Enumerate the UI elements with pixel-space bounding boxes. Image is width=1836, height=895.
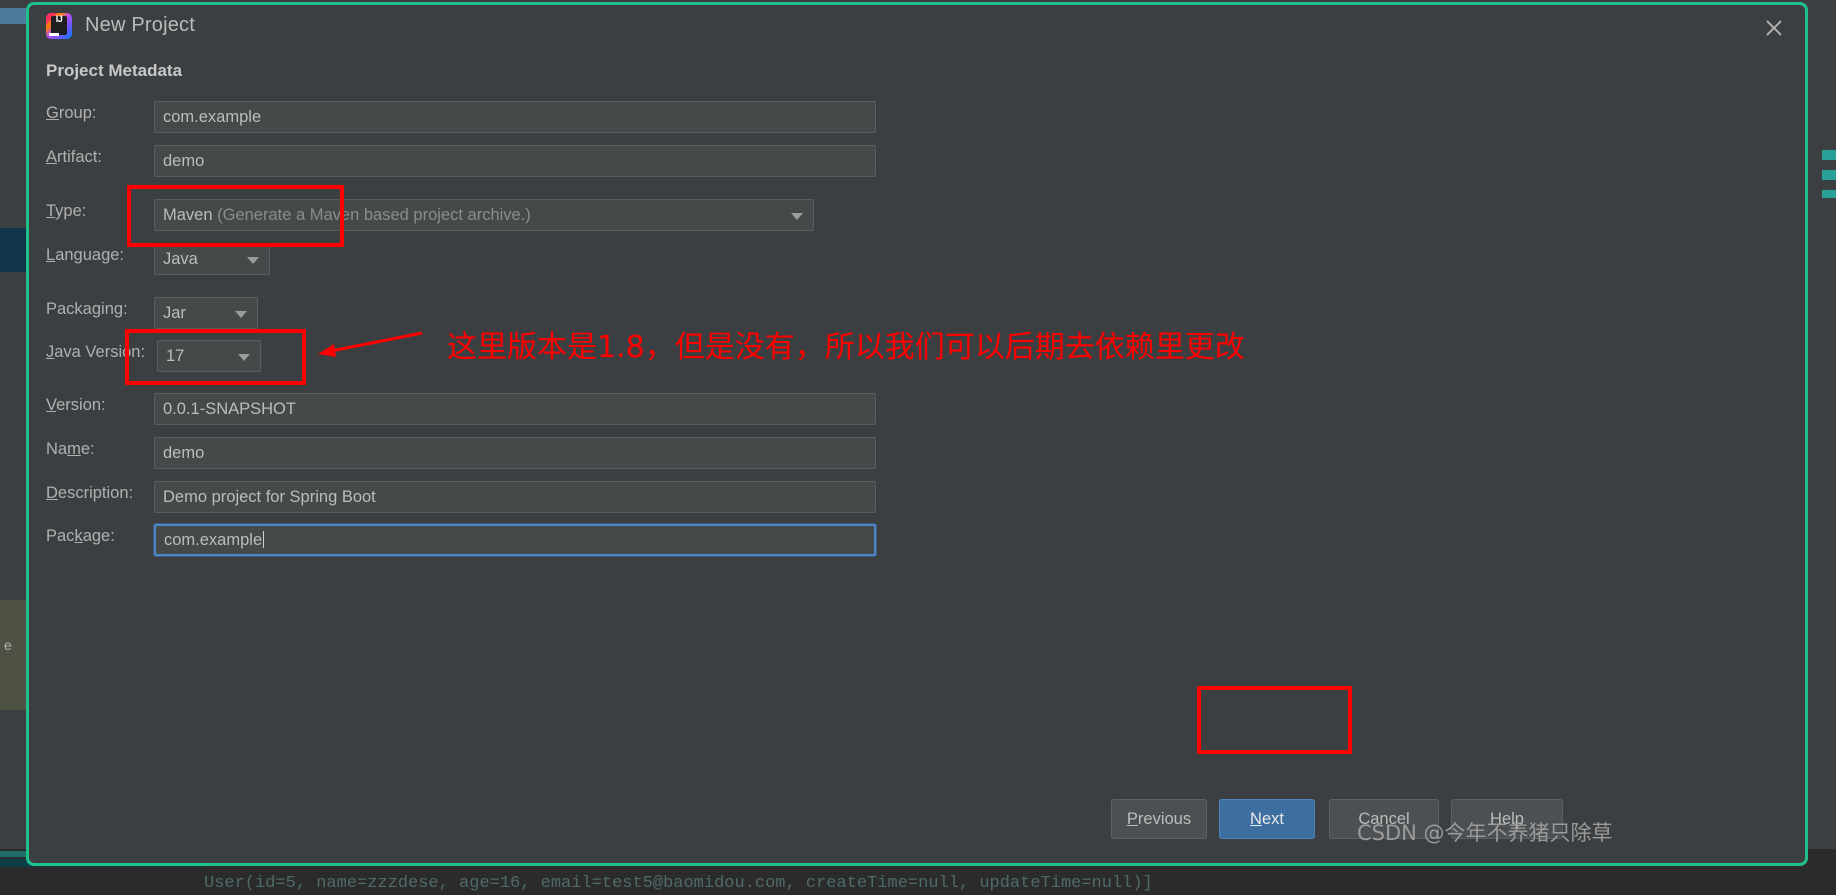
packaging-value: Jar xyxy=(163,304,186,322)
chevron-down-icon xyxy=(235,311,247,318)
type-value: Maven xyxy=(163,206,213,224)
language-dropdown[interactable]: Java xyxy=(154,243,270,275)
java-version-value: 17 xyxy=(166,347,185,365)
name-input[interactable]: demo xyxy=(154,437,876,469)
type-label: Type: xyxy=(46,202,87,220)
type-hint: (Generate a Maven based project archive.… xyxy=(217,206,531,224)
packaging-dropdown[interactable]: Jar xyxy=(154,297,258,329)
field-row-language: Language: Java xyxy=(29,243,1805,275)
field-row-description: Description: Demo project for Spring Boo… xyxy=(29,481,1805,513)
ide-marker xyxy=(1822,190,1836,198)
dialog-titlebar: IJ New Project xyxy=(29,5,1805,49)
language-label: Language: xyxy=(46,246,125,264)
ide-bg-chip xyxy=(0,8,26,24)
version-input[interactable]: 0.0.1-SNAPSHOT xyxy=(154,393,876,425)
field-row-name: Name: demo xyxy=(29,437,1805,469)
section-title: Project Metadata xyxy=(46,61,183,80)
package-input[interactable]: com.example xyxy=(153,523,877,557)
previous-button[interactable]: Previous xyxy=(1111,799,1207,839)
text-caret xyxy=(263,531,265,548)
chevron-down-icon xyxy=(238,354,250,361)
ide-marker xyxy=(1822,170,1836,180)
package-label: Package: xyxy=(46,527,115,545)
field-row-group: Group: com.example xyxy=(29,101,1805,133)
close-icon[interactable] xyxy=(1759,13,1789,43)
ide-bg-glyph: e xyxy=(4,637,12,653)
intellij-idea-logo-icon: IJ xyxy=(46,13,72,39)
field-row-package: Package: com.example xyxy=(29,523,1805,557)
dialog-title: New Project xyxy=(85,14,196,36)
field-row-version: Version: 0.0.1-SNAPSHOT xyxy=(29,393,1805,425)
chevron-down-icon xyxy=(247,257,259,264)
chevron-down-icon xyxy=(791,213,803,220)
description-label: Description: xyxy=(46,484,134,502)
ide-right-gutter xyxy=(1822,0,1836,895)
csdn-watermark: CSDN @今年不养猪只除草 xyxy=(1357,821,1613,845)
field-row-type: Type: Maven (Generate a Maven based proj… xyxy=(29,199,1805,231)
console-output: User(id=5, name=zzzdese, age=16, email=t… xyxy=(204,874,1153,893)
artifact-input[interactable]: demo xyxy=(154,145,876,177)
java-version-dropdown[interactable]: 17 xyxy=(157,340,261,372)
name-label: Name: xyxy=(46,440,95,458)
type-dropdown[interactable]: Maven (Generate a Maven based project ar… xyxy=(154,199,814,231)
artifact-label: Artifact: xyxy=(46,148,102,166)
ide-left-gutter xyxy=(0,0,26,895)
logo-text: IJ xyxy=(55,14,63,24)
group-label: Group: xyxy=(46,104,97,122)
package-value: com.example xyxy=(164,531,263,549)
version-label: Version: xyxy=(46,396,106,414)
ide-bg-chip xyxy=(0,600,26,710)
description-input[interactable]: Demo project for Spring Boot xyxy=(154,481,876,513)
java-version-label: Java Version: xyxy=(46,343,146,361)
ide-marker xyxy=(1822,150,1836,160)
group-input[interactable]: com.example xyxy=(154,101,876,133)
next-button[interactable]: Next xyxy=(1219,799,1315,839)
screen: e User(id=5, name=zzzdese, age=16, email… xyxy=(0,0,1836,895)
new-project-dialog: IJ New Project Project Metadata Group: c… xyxy=(26,2,1808,866)
packaging-label: Packaging: xyxy=(46,300,128,318)
annotation-note: 这里版本是1.8，但是没有，所以我们可以后期去依赖里更改 xyxy=(447,330,1245,365)
language-value: Java xyxy=(163,250,198,268)
field-row-artifact: Artifact: demo xyxy=(29,145,1805,177)
ide-bg-chip xyxy=(0,228,26,272)
